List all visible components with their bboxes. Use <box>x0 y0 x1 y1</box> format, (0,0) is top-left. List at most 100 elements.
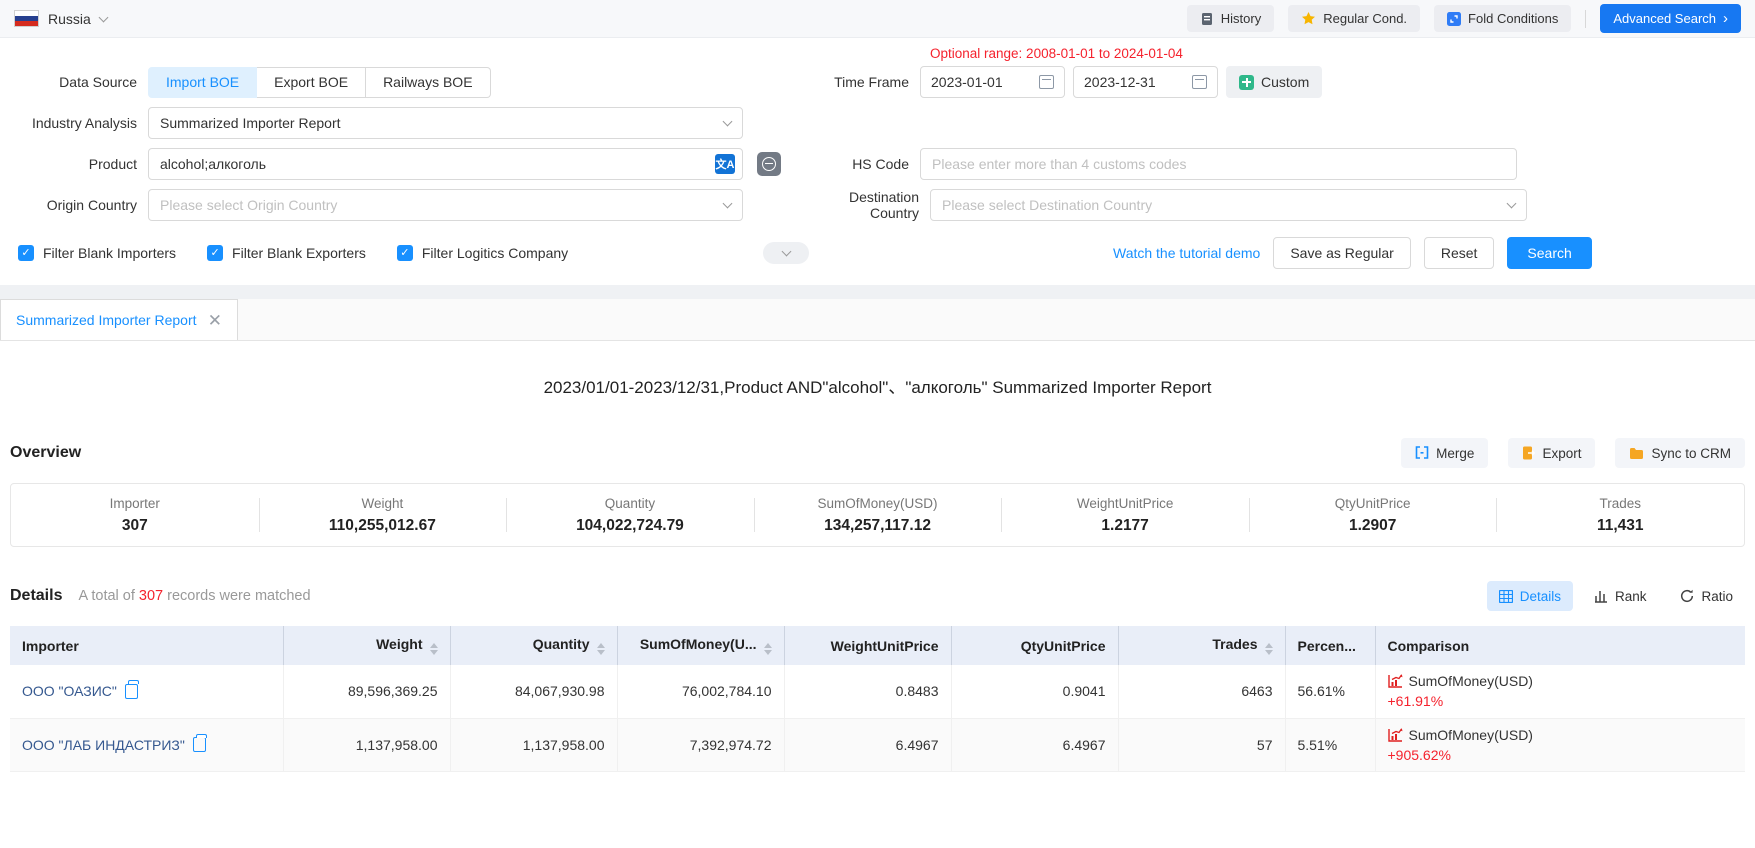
merge-button[interactable]: Merge <box>1401 438 1488 468</box>
stat-qty-unit-price: QtyUnitPrice 1.2907 <box>1249 484 1497 546</box>
records-matched-text: A total of307records were matched <box>78 588 310 604</box>
importer-name-link[interactable]: ООО "ОАЗИС" <box>22 683 117 699</box>
filter-blank-importers-label: Filter Blank Importers <box>43 245 176 261</box>
view-ratio-label: Ratio <box>1701 589 1733 604</box>
checkbox-checked-icon <box>207 245 223 261</box>
data-source-tabs: Import BOE Export BOE Railways BOE <box>148 67 491 98</box>
filter-blank-exporters-label: Filter Blank Exporters <box>232 245 366 261</box>
regular-cond-button[interactable]: Regular Cond. <box>1288 5 1420 32</box>
matched-suffix: records were matched <box>167 588 310 604</box>
fold-icon <box>1447 12 1461 26</box>
hs-code-input[interactable] <box>920 148 1517 180</box>
reset-button[interactable]: Reset <box>1424 237 1495 269</box>
search-form: Optional range: 2008-01-01 to 2024-01-04… <box>0 38 1755 269</box>
sort-icon[interactable] <box>764 643 772 655</box>
fold-conditions-button[interactable]: Fold Conditions <box>1434 5 1571 32</box>
sort-icon[interactable] <box>430 643 438 655</box>
product-label: Product <box>0 156 148 172</box>
synonym-icon[interactable] <box>757 152 781 176</box>
chevron-down-icon <box>723 199 733 209</box>
industry-analysis-select[interactable]: Summarized Importer Report <box>148 107 743 139</box>
custom-range-button[interactable]: Custom <box>1226 66 1322 98</box>
trend-chart-icon <box>1388 674 1403 688</box>
stat-value: 307 <box>122 517 148 535</box>
destination-country-label: Destination Country <box>800 189 930 221</box>
view-ratio-button[interactable]: Ratio <box>1668 581 1745 611</box>
sum-cell: 76,002,784.10 <box>617 665 784 718</box>
origin-country-placeholder: Please select Origin Country <box>160 197 337 213</box>
stat-label: QtyUnitPrice <box>1335 496 1411 511</box>
stat-weight: Weight 110,255,012.67 <box>259 484 507 546</box>
tab-import-boe[interactable]: Import BOE <box>148 67 257 98</box>
close-icon[interactable]: ✕ <box>208 312 222 329</box>
comparison-cell: SumOfMoney(USD) +61.91% <box>1375 665 1745 718</box>
tab-summarized-importer-report[interactable]: Summarized Importer Report ✕ <box>0 299 238 340</box>
chevron-down-icon <box>723 117 733 127</box>
sync-to-crm-button[interactable]: Sync to CRM <box>1615 438 1745 468</box>
stat-weight-unit-price: WeightUnitPrice 1.2177 <box>1001 484 1249 546</box>
trades-cell: 6463 <box>1118 665 1285 718</box>
stat-label: Weight <box>361 496 403 511</box>
collapse-conditions-button[interactable] <box>763 242 809 264</box>
sum-cell: 7,392,974.72 <box>617 718 784 771</box>
history-button[interactable]: History <box>1187 5 1274 32</box>
copy-icon[interactable] <box>125 684 138 699</box>
country-selector[interactable]: Russia <box>14 10 107 27</box>
sort-icon[interactable] <box>1265 643 1273 655</box>
details-grid-icon <box>1499 590 1513 603</box>
chevron-down-icon <box>98 12 108 22</box>
time-frame-label: Time Frame <box>800 74 920 90</box>
tutorial-demo-link[interactable]: Watch the tutorial demo <box>1113 245 1260 261</box>
data-source-label: Data Source <box>0 74 148 90</box>
col-trades[interactable]: Trades <box>1118 626 1285 665</box>
wup-cell: 0.8483 <box>784 665 951 718</box>
save-as-regular-button[interactable]: Save as Regular <box>1273 237 1411 269</box>
export-button[interactable]: Export <box>1508 438 1595 468</box>
merge-label: Merge <box>1436 446 1474 461</box>
product-input[interactable] <box>148 148 743 180</box>
sort-icon[interactable] <box>597 643 605 655</box>
col-weight[interactable]: Weight <box>283 626 450 665</box>
russia-flag-icon <box>14 10 39 27</box>
destination-country-select[interactable]: Please select Destination Country <box>930 189 1527 221</box>
filter-blank-exporters-checkbox[interactable]: Filter Blank Exporters <box>207 245 366 261</box>
table-row: ООО "ОАЗИС" 89,596,369.25 84,067,930.98 … <box>10 665 1745 718</box>
stat-value: 134,257,117.12 <box>824 517 931 535</box>
date-from-input[interactable]: 2023-01-01 <box>920 66 1065 98</box>
checkbox-checked-icon <box>18 245 34 261</box>
comparison-cell: SumOfMoney(USD) +905.62% <box>1375 718 1745 771</box>
overview-heading: Overview <box>10 444 81 462</box>
weight-cell: 89,596,369.25 <box>283 665 450 718</box>
tab-export-boe[interactable]: Export BOE <box>257 67 366 98</box>
chevron-right-icon <box>1723 10 1728 27</box>
history-icon <box>1200 12 1214 26</box>
view-details-button[interactable]: Details <box>1487 581 1573 611</box>
copy-icon[interactable] <box>193 737 206 752</box>
divider <box>1585 10 1586 28</box>
stat-label: SumOfMoney(USD) <box>818 496 938 511</box>
advanced-search-button[interactable]: Advanced Search <box>1600 4 1741 33</box>
optional-range-text: Optional range: 2008-01-01 to 2024-01-04 <box>930 46 1183 61</box>
view-rank-button[interactable]: Rank <box>1583 581 1659 611</box>
report-title: 2023/01/01-2023/12/31,Product AND"alcoho… <box>0 373 1755 398</box>
stat-importer: Importer 307 <box>11 484 259 546</box>
translate-icon[interactable]: 文A <box>715 154 735 174</box>
comparison-change: +905.62% <box>1388 747 1734 763</box>
origin-country-label: Origin Country <box>0 197 148 213</box>
tab-railways-boe[interactable]: Railways BOE <box>366 67 490 98</box>
industry-analysis-label: Industry Analysis <box>0 115 148 131</box>
origin-country-select[interactable]: Please select Origin Country <box>148 189 743 221</box>
date-to-input[interactable]: 2023-12-31 <box>1073 66 1218 98</box>
hs-code-label: HS Code <box>800 156 920 172</box>
stat-value: 110,255,012.67 <box>329 517 436 535</box>
stat-trades: Trades 11,431 <box>1496 484 1744 546</box>
filter-logitics-company-checkbox[interactable]: Filter Logitics Company <box>397 245 568 261</box>
col-quantity[interactable]: Quantity <box>450 626 617 665</box>
col-sum-of-money[interactable]: SumOfMoney(U... <box>617 626 784 665</box>
filter-blank-importers-checkbox[interactable]: Filter Blank Importers <box>18 245 176 261</box>
col-qty-unit-price: QtyUnitPrice <box>951 626 1118 665</box>
importer-name-link[interactable]: ООО "ЛАБ ИНДАСТРИЗ" <box>22 737 185 753</box>
filter-logitics-company-label: Filter Logitics Company <box>422 245 568 261</box>
search-button[interactable]: Search <box>1507 237 1591 269</box>
stat-label: Trades <box>1600 496 1642 511</box>
